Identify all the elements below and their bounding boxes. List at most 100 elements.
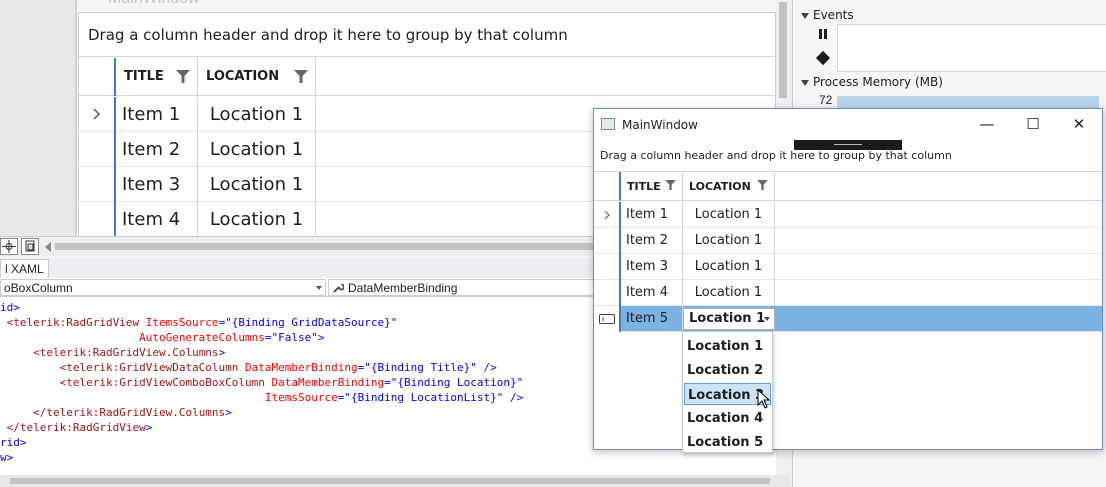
close-button[interactable]: ✕ — [1056, 109, 1102, 140]
dropdown-option[interactable]: Location 5 — [684, 431, 771, 453]
crosshair-icon — [2, 240, 16, 253]
dropdown-option[interactable]: Location 1 — [684, 335, 771, 357]
code-attribute: DataMemberBinding — [238, 361, 358, 374]
tab-xaml[interactable]: l XAML — [0, 259, 49, 278]
cell-location[interactable]: Location 1 — [683, 254, 775, 280]
code-attribute: ItemsSource — [139, 316, 219, 329]
code-punct: > — [225, 406, 232, 419]
minimize-button[interactable]: — — [964, 109, 1010, 140]
row-indicator — [79, 97, 116, 132]
designer-column-header-location[interactable]: LOCATION — [198, 58, 316, 96]
table-row[interactable]: Item 4 Location 1 — [594, 280, 1102, 306]
code-line[interactable]: w> — [0, 450, 13, 465]
cell-title[interactable]: Item 2 — [621, 228, 683, 254]
code-horizontal-scrollbar[interactable] — [0, 475, 790, 487]
column-label: TITLE — [627, 180, 661, 193]
code-punct: > — [218, 346, 226, 359]
code-line[interactable]: ItemsSource="{Binding LocationList}" /> — [0, 390, 523, 405]
code-tag: <telerik:GridViewComboBoxColumn — [59, 376, 265, 389]
row-indicator — [594, 202, 621, 228]
code-value: ="False" — [264, 331, 318, 344]
row-indicator — [79, 167, 116, 202]
element-selector[interactable]: oBoxColumn — [0, 279, 326, 296]
designer-indent-header — [79, 58, 116, 96]
pause-icon[interactable] — [819, 29, 827, 39]
edit-row-icon — [599, 314, 615, 324]
filter-icon[interactable] — [176, 70, 190, 83]
cell-title[interactable]: Item 1 — [116, 97, 198, 132]
code-line[interactable]: AutoGenerateColumns="False"> — [0, 330, 324, 345]
code-line[interactable]: <telerik:RadGridView ItemsSource="{Bindi… — [0, 315, 398, 330]
table-row[interactable]: Item 3 Location 1 — [594, 254, 1102, 280]
location-combobox[interactable]: Location 1 — [683, 308, 775, 330]
code-attribute: ItemsSource — [264, 391, 338, 404]
code-line[interactable]: </telerik:RadGridView> — [0, 420, 153, 435]
cell-location[interactable]: Location 1 — [198, 202, 316, 237]
snapshot-button[interactable] — [21, 238, 39, 255]
code-attribute: AutoGenerateColumns — [139, 331, 265, 344]
column-header-location[interactable]: LOCATION — [683, 172, 775, 201]
code-fragment: rid> — [0, 436, 27, 449]
memory-graph — [837, 96, 1099, 108]
cell-title[interactable]: Item 2 — [116, 132, 198, 167]
code-line[interactable]: <telerik:RadGridView.Columns> — [0, 345, 225, 360]
collapse-icon — [801, 12, 809, 19]
code-fragment: w> — [0, 451, 14, 464]
filter-icon[interactable] — [665, 180, 676, 190]
code-fragment: id> — [0, 301, 20, 314]
chevron-down-icon[interactable] — [764, 317, 770, 321]
code-value: ="{Binding Title}" — [357, 361, 477, 374]
cell-title[interactable]: Item 4 — [621, 280, 683, 306]
window-title-bar[interactable]: MainWindow — ☐ ✕ — [594, 109, 1102, 140]
dropdown-option[interactable]: Location 4 — [684, 407, 771, 429]
group-panel[interactable]: Drag a column header and drop it here to… — [600, 149, 952, 162]
table-row-editing[interactable]: Item 5 Location 1 — [594, 306, 1102, 332]
designer-column-header-title[interactable]: TITLE — [116, 58, 198, 96]
table-row[interactable]: Item 1 Location 1 — [594, 202, 1102, 228]
cell-location[interactable]: Location 1 — [198, 132, 316, 167]
code-line[interactable]: rid> — [0, 435, 27, 450]
cell-location[interactable]: Location 1 — [683, 202, 775, 228]
scrollbar-thumb[interactable] — [10, 478, 770, 484]
scroll-left-icon[interactable] — [45, 242, 51, 252]
filter-icon[interactable] — [294, 70, 308, 83]
row-indicator — [594, 228, 621, 254]
code-line[interactable]: <telerik:GridViewDataColumn DataMemberBi… — [0, 360, 497, 375]
row-indicator — [79, 132, 116, 167]
code-tag: <telerik:RadGridView — [6, 316, 140, 329]
cell-title[interactable]: Item 1 — [621, 202, 683, 228]
code-tag: </telerik:RadGridView.Columns — [33, 406, 226, 419]
code-line[interactable]: id> — [0, 300, 20, 315]
cell-title[interactable]: Item 5 — [621, 306, 683, 332]
code-value: ="{Binding LocationList}" — [337, 391, 504, 404]
events-section-header[interactable]: Events — [801, 8, 854, 22]
running-main-window[interactable]: MainWindow — ☐ ✕ Drag a column header an… — [593, 108, 1103, 450]
collapse-icon — [801, 79, 809, 86]
filter-icon[interactable] — [757, 180, 768, 190]
memory-section-header[interactable]: Process Memory (MB) — [801, 75, 943, 89]
column-label: LOCATION — [689, 180, 751, 193]
column-header-title[interactable]: TITLE — [621, 172, 683, 201]
cell-title[interactable]: Item 4 — [116, 202, 198, 237]
scrollbar-thumb[interactable] — [779, 2, 787, 98]
cell-location[interactable]: Location 1 — [683, 228, 775, 254]
cell-title[interactable]: Item 3 — [116, 167, 198, 202]
element-selector-value: oBoxColumn — [4, 281, 73, 295]
code-line[interactable]: <telerik:GridViewComboBoxColumn DataMemb… — [0, 375, 524, 390]
code-value: ="{Binding GridDataSource}" — [218, 316, 398, 329]
pan-tool-button[interactable] — [0, 238, 18, 255]
cell-location[interactable]: Location 1 — [683, 280, 775, 306]
cell-location[interactable]: Location 1 — [198, 97, 316, 132]
cell-location[interactable]: Location 1 — [198, 167, 316, 202]
grid-view[interactable]: TITLE LOCATION Item 1 Location 1 Item 2 … — [594, 171, 1102, 449]
cell-title[interactable]: Item 3 — [621, 254, 683, 280]
toolbar-handle — [834, 144, 862, 145]
dropdown-option[interactable]: Location 2 — [684, 359, 771, 381]
code-line[interactable]: </telerik:RadGridView.Columns> — [0, 405, 232, 420]
events-label: Events — [813, 8, 854, 22]
copy-icon — [25, 240, 35, 252]
table-row[interactable]: Item 2 Location 1 — [594, 228, 1102, 254]
memory-max-value: 72 — [819, 93, 833, 107]
maximize-button[interactable]: ☐ — [1010, 109, 1056, 140]
